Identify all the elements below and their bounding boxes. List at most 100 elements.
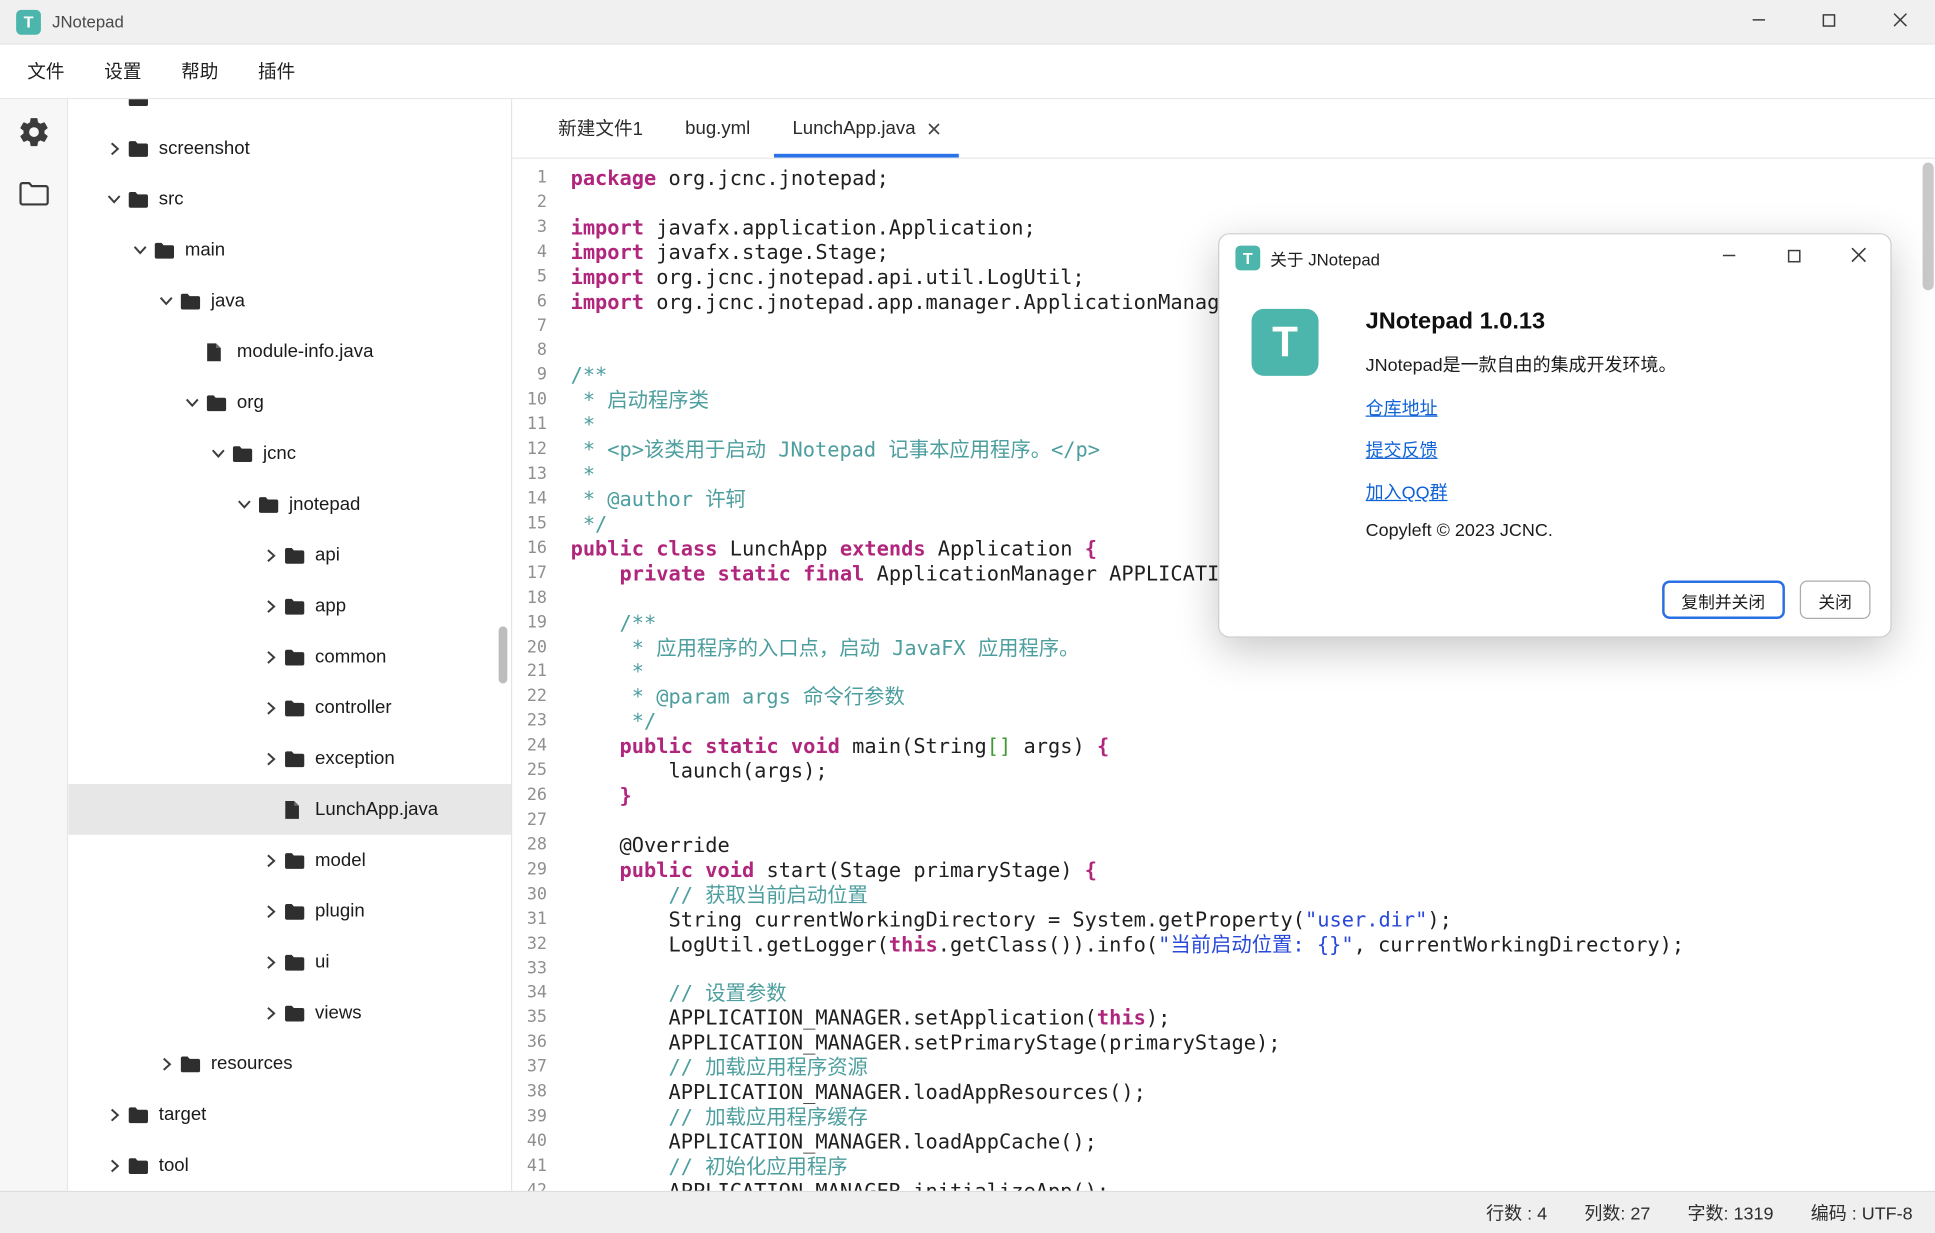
chevron-down-icon[interactable] bbox=[231, 499, 258, 510]
dialog-close-action-button[interactable]: 关闭 bbox=[1800, 581, 1871, 619]
app-name-version: JNotepad 1.0.13 bbox=[1366, 309, 1677, 336]
code-line[interactable]: 40 APPLICATION_MANAGER.loadAppCache(); bbox=[512, 1130, 1935, 1155]
menu-item-plugins[interactable]: 插件 bbox=[238, 48, 315, 94]
menu-item-help[interactable]: 帮助 bbox=[161, 48, 238, 94]
dialog-minimize-button[interactable] bbox=[1697, 234, 1762, 281]
tree-item-plugin[interactable]: plugin bbox=[68, 886, 511, 937]
tree-item-views[interactable]: views bbox=[68, 987, 511, 1038]
file-icon bbox=[284, 799, 311, 819]
line-number: 26 bbox=[512, 784, 547, 809]
tab-new-file-1[interactable]: 新建文件1 bbox=[537, 99, 664, 157]
tree-scrollbar-thumb[interactable] bbox=[499, 626, 508, 683]
chevron-right-icon[interactable] bbox=[257, 904, 284, 919]
chevron-right-icon[interactable] bbox=[100, 1107, 127, 1122]
chevron-right-icon[interactable] bbox=[153, 1056, 180, 1071]
code-line[interactable]: 39 // 加载应用程序缓存 bbox=[512, 1105, 1935, 1130]
code-text: APPLICATION_MANAGER.loadAppResources(); bbox=[571, 1081, 1146, 1106]
code-line[interactable]: 35 APPLICATION_MANAGER.setApplication(th… bbox=[512, 1006, 1935, 1031]
chevron-down-icon[interactable] bbox=[179, 397, 206, 408]
chevron-right-icon[interactable] bbox=[257, 1005, 284, 1020]
tree-item-ui[interactable]: ui bbox=[68, 936, 511, 987]
code-line[interactable]: 21 * bbox=[512, 660, 1935, 685]
code-line[interactable]: 24 public static void main(String[] args… bbox=[512, 735, 1935, 760]
dialog-maximize-button[interactable] bbox=[1761, 234, 1826, 281]
chevron-down-icon[interactable] bbox=[127, 244, 154, 255]
chevron-down-icon[interactable] bbox=[153, 295, 180, 306]
tab-lunchapp-java[interactable]: LunchApp.java bbox=[771, 99, 961, 157]
line-number: 16 bbox=[512, 537, 547, 562]
menu-item-file[interactable]: 文件 bbox=[7, 48, 84, 94]
dialog-close-button[interactable] bbox=[1826, 234, 1891, 281]
tree-item-resources[interactable]: resources bbox=[68, 1038, 511, 1089]
folder-icon bbox=[206, 394, 233, 411]
dialog-title-left: T 关于 JNotepad bbox=[1235, 246, 1380, 271]
close-tab-icon[interactable] bbox=[928, 122, 940, 134]
editor-scrollbar-thumb[interactable] bbox=[1923, 162, 1934, 290]
chevron-right-icon[interactable] bbox=[257, 548, 284, 563]
repository-link[interactable]: 仓库地址 bbox=[1366, 394, 1438, 420]
tree-item-common[interactable]: common bbox=[68, 631, 511, 682]
code-line[interactable]: 36 APPLICATION_MANAGER.setPrimaryStage(p… bbox=[512, 1031, 1935, 1056]
code-line[interactable]: 32 LogUtil.getLogger(this.getClass()).in… bbox=[512, 932, 1935, 957]
code-line[interactable]: 1package org.jcnc.jnotepad; bbox=[512, 166, 1935, 191]
tree-item-api[interactable]: api bbox=[68, 530, 511, 581]
settings-button[interactable] bbox=[12, 114, 54, 156]
code-line[interactable]: 34 // 设置参数 bbox=[512, 982, 1935, 1007]
feedback-link[interactable]: 提交反馈 bbox=[1366, 437, 1438, 463]
tree-item-jnotepad[interactable]: jnotepad bbox=[68, 479, 511, 530]
line-number: 38 bbox=[512, 1081, 547, 1106]
code-line[interactable]: 30 // 获取当前启动位置 bbox=[512, 883, 1935, 908]
chevron-down-icon[interactable] bbox=[205, 448, 232, 459]
tree-item-jcnc[interactable]: jcnc bbox=[68, 428, 511, 479]
tree-item-target[interactable]: target bbox=[68, 1089, 511, 1140]
code-line[interactable]: 31 String currentWorkingDirectory = Syst… bbox=[512, 908, 1935, 933]
code-line[interactable]: 42 APPLICATION_MANAGER.initializeApp(); bbox=[512, 1179, 1935, 1190]
minimize-button[interactable] bbox=[1723, 0, 1794, 43]
chevron-right-icon[interactable] bbox=[100, 1158, 127, 1173]
chevron-down-icon[interactable] bbox=[100, 194, 127, 205]
code-line[interactable]: 22 * @param args 命令行参数 bbox=[512, 685, 1935, 710]
copy-and-close-button[interactable]: 复制并关闭 bbox=[1661, 581, 1784, 619]
tree-item-org[interactable]: org bbox=[68, 377, 511, 428]
chevron-right-icon[interactable] bbox=[257, 751, 284, 766]
tree-item-tool[interactable]: tool bbox=[68, 1140, 511, 1191]
code-line[interactable]: 20 * 应用程序的入口点，启动 JavaFX 应用程序。 bbox=[512, 636, 1935, 661]
tree-item-screenshot[interactable]: screenshot bbox=[68, 123, 511, 174]
explorer-button[interactable] bbox=[12, 176, 54, 218]
tree-item-java[interactable]: java bbox=[68, 275, 511, 326]
tree-item-lunchapp-java[interactable]: LunchApp.java bbox=[68, 784, 511, 835]
chevron-right-icon[interactable] bbox=[257, 853, 284, 868]
tree-item-exception[interactable]: exception bbox=[68, 733, 511, 784]
chevron-right-icon[interactable] bbox=[257, 954, 284, 969]
tree-item-partial-folder[interactable] bbox=[68, 99, 511, 123]
tree-item-src[interactable]: src bbox=[68, 174, 511, 225]
code-line[interactable]: 25 launch(args); bbox=[512, 759, 1935, 784]
code-line[interactable]: 2 bbox=[512, 191, 1935, 216]
maximize-button[interactable] bbox=[1794, 0, 1865, 43]
chevron-right-icon[interactable] bbox=[257, 649, 284, 664]
code-line[interactable]: 28 @Override bbox=[512, 833, 1935, 858]
code-text: * 应用程序的入口点，启动 JavaFX 应用程序。 bbox=[571, 636, 1080, 661]
code-line[interactable]: 27 bbox=[512, 809, 1935, 834]
code-line[interactable]: 37 // 加载应用程序资源 bbox=[512, 1056, 1935, 1081]
editor-scrollbar[interactable] bbox=[1920, 159, 1935, 1191]
tree-item-controller[interactable]: controller bbox=[68, 682, 511, 733]
close-button[interactable] bbox=[1864, 0, 1935, 43]
tree-item-module-info-java[interactable]: module-info.java bbox=[68, 326, 511, 377]
tree-item-model[interactable]: model bbox=[68, 835, 511, 886]
code-line[interactable]: 33 bbox=[512, 957, 1935, 982]
tab-bug-yml[interactable]: bug.yml bbox=[664, 99, 771, 157]
activity-bar bbox=[0, 99, 68, 1191]
code-line[interactable]: 23 */ bbox=[512, 710, 1935, 735]
chevron-right-icon[interactable] bbox=[100, 141, 127, 156]
qq-group-link[interactable]: 加入QQ群 bbox=[1366, 479, 1448, 505]
chevron-right-icon[interactable] bbox=[257, 700, 284, 715]
chevron-right-icon[interactable] bbox=[257, 598, 284, 613]
tree-item-app[interactable]: app bbox=[68, 581, 511, 632]
code-line[interactable]: 29 public void start(Stage primaryStage)… bbox=[512, 858, 1935, 883]
tree-item-main[interactable]: main bbox=[68, 225, 511, 276]
menu-item-settings[interactable]: 设置 bbox=[84, 48, 161, 94]
code-line[interactable]: 26 } bbox=[512, 784, 1935, 809]
code-line[interactable]: 41 // 初始化应用程序 bbox=[512, 1155, 1935, 1180]
code-line[interactable]: 38 APPLICATION_MANAGER.loadAppResources(… bbox=[512, 1081, 1935, 1106]
